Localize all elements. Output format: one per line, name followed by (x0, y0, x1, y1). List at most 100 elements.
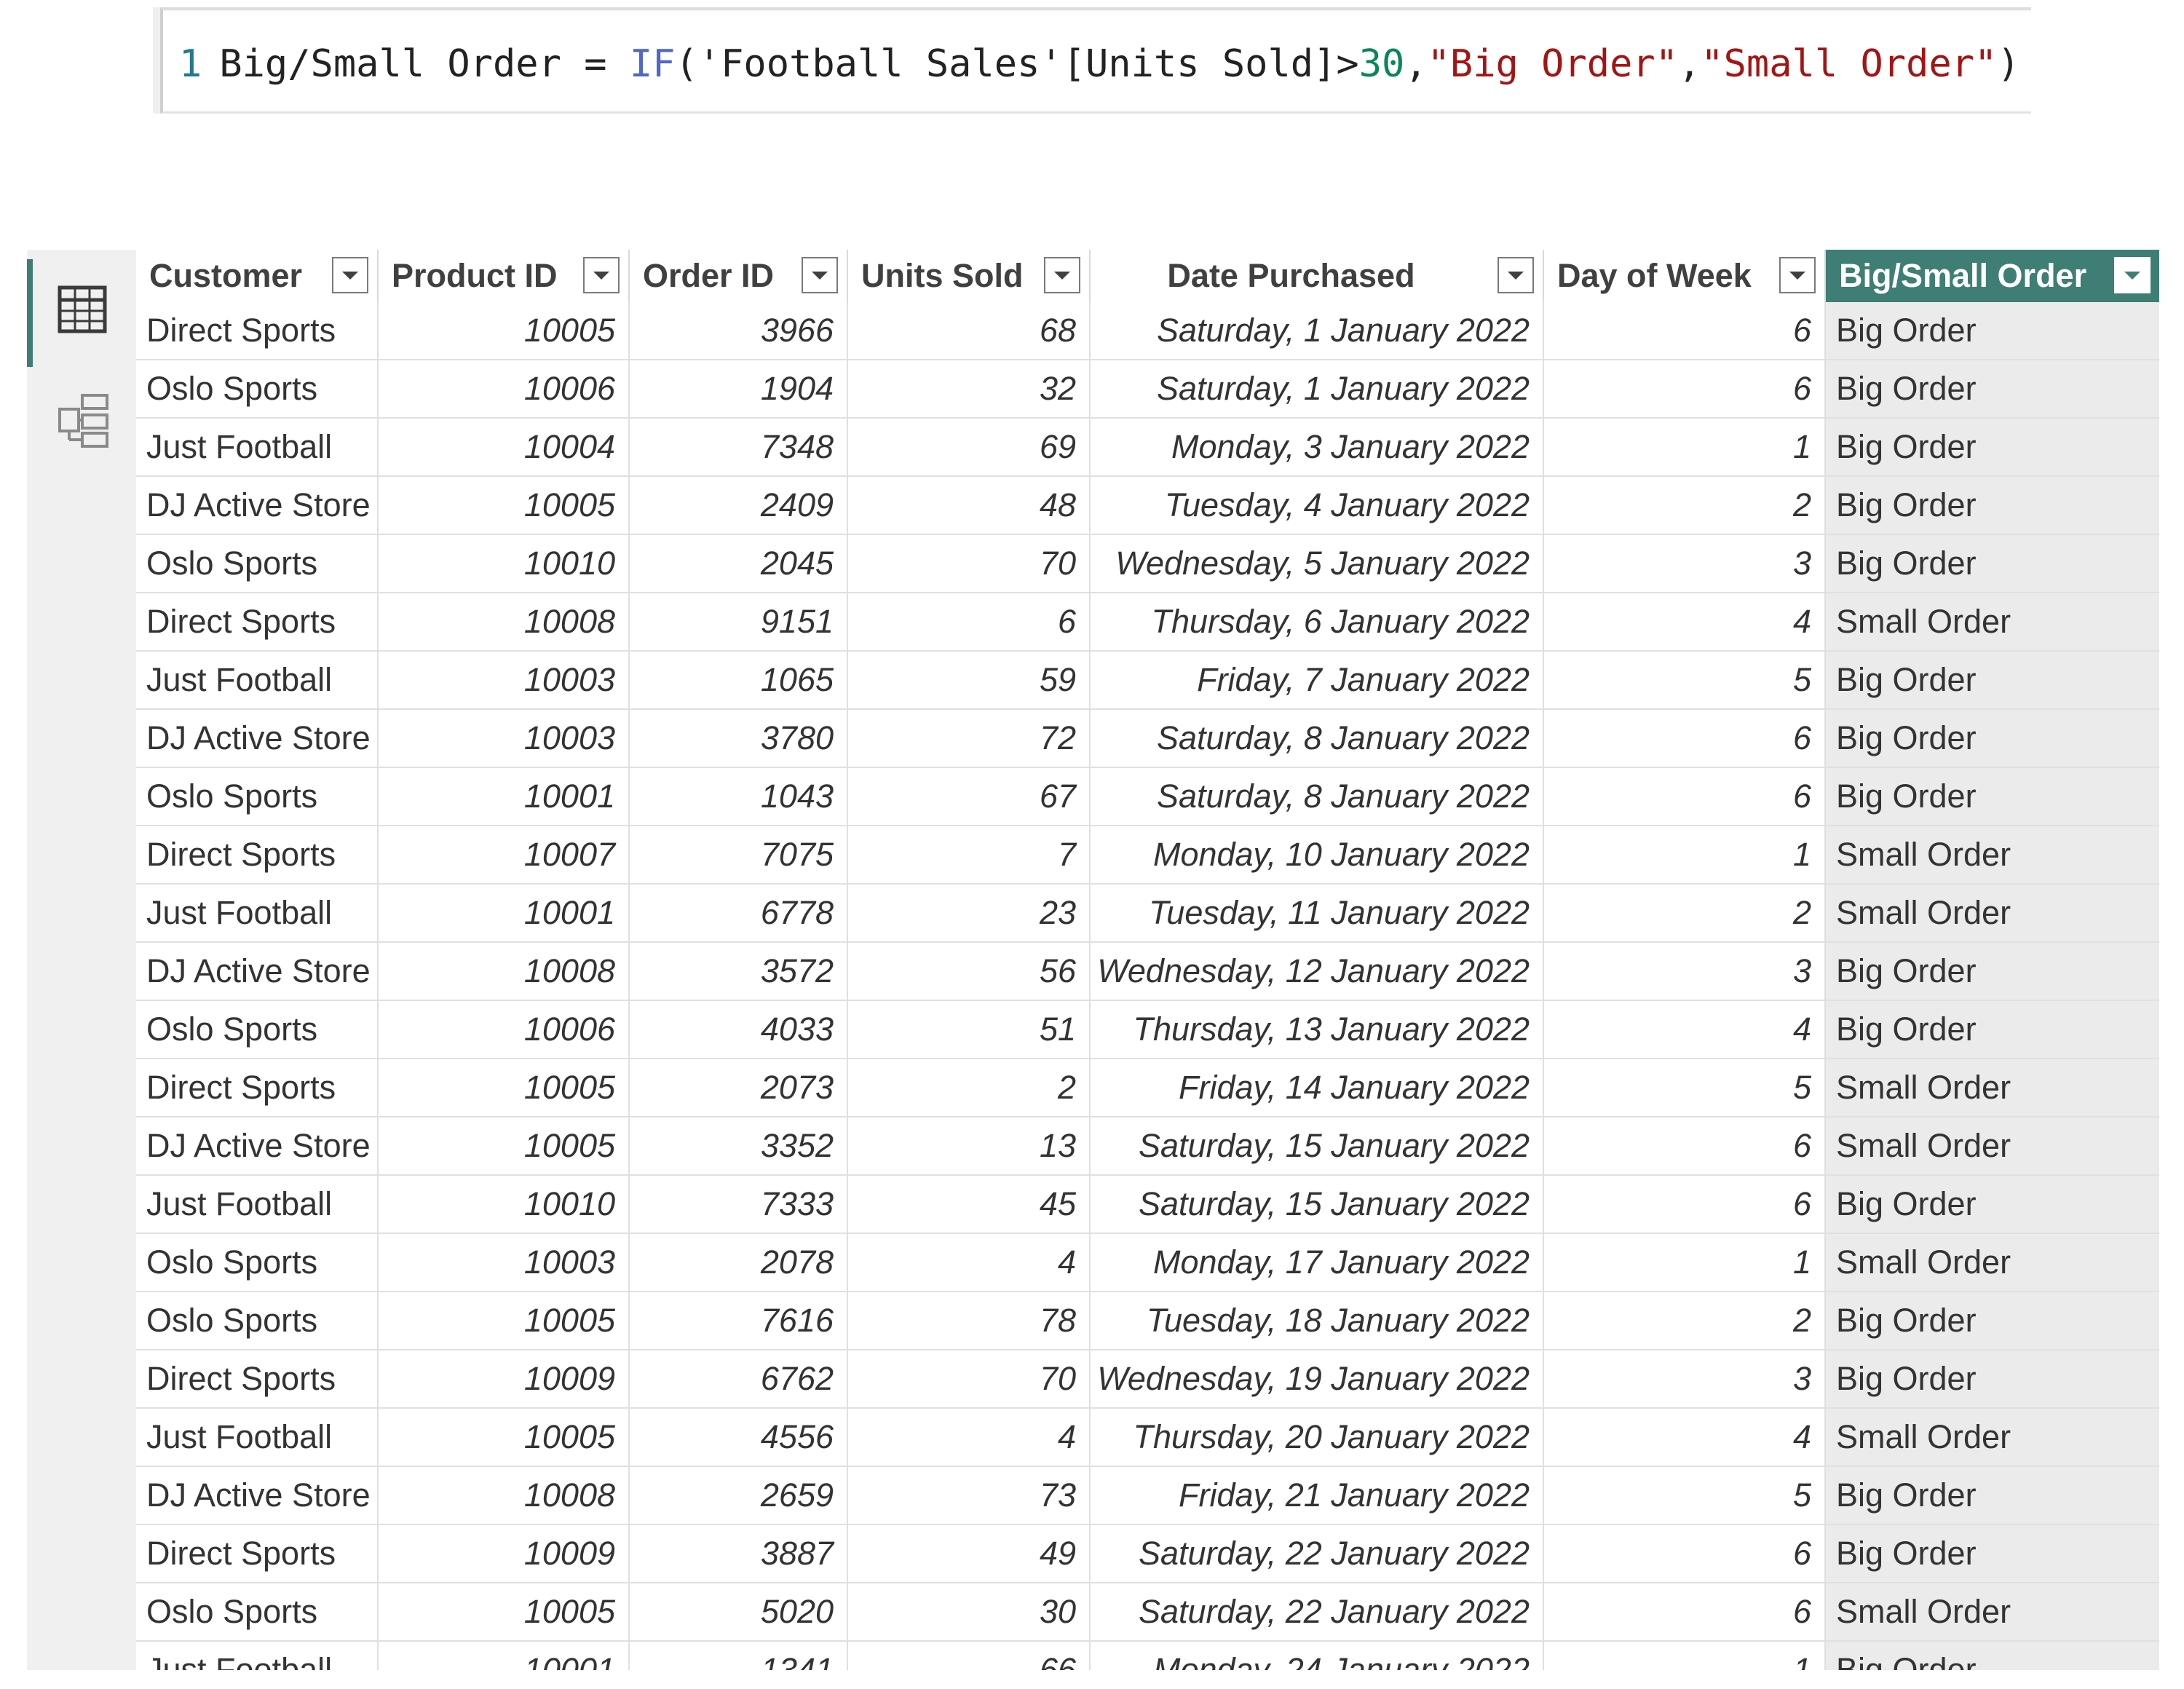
product-id-cell[interactable]: 10005 (379, 1118, 630, 1176)
units-sold-cell[interactable]: 59 (848, 652, 1091, 710)
day-of-week-cell[interactable]: 1 (1544, 1642, 1826, 1670)
units-sold-cell[interactable]: 68 (848, 302, 1091, 360)
table-row[interactable]: Direct Sports 10005 3966 68 Saturday, 1 Janu… (136, 302, 2175, 360)
customer-cell[interactable]: DJ Active Store (136, 943, 379, 1001)
order-id-cell[interactable]: 4556 (630, 1409, 848, 1467)
model-view-icon[interactable] (58, 393, 110, 451)
units-sold-cell[interactable]: 78 (848, 1292, 1091, 1350)
order-id-cell[interactable]: 1043 (630, 768, 848, 826)
customer-cell[interactable]: Oslo Sports (136, 360, 379, 419)
table-row[interactable]: DJ Active Store 10008 3572 56 Wednesday, 12 … (136, 943, 2175, 1001)
table-row[interactable]: Oslo Sports 10010 2045 70 Wednesday, 5 Janua… (136, 535, 2175, 593)
column-header-customer[interactable]: Customer (136, 250, 379, 302)
date-purchased-cell[interactable]: Wednesday, 5 January 2022 (1091, 535, 1544, 593)
column-header-order-id[interactable]: Order ID (630, 250, 848, 302)
product-id-cell[interactable]: 10009 (379, 1525, 630, 1583)
big-small-order-cell[interactable]: Big Order (1826, 943, 2159, 1001)
day-of-week-cell[interactable]: 6 (1544, 768, 1826, 826)
table-row[interactable]: Direct Sports 10009 6762 70 Wednesday, 19 Ja… (136, 1350, 2175, 1409)
table-row[interactable]: Just Football 10005 4556 4 Thursday, 20 Janu… (136, 1409, 2175, 1467)
table-row[interactable]: Direct Sports 10007 7075 7 Monday, 10 Januar… (136, 826, 2175, 885)
table-row[interactable]: DJ Active Store 10005 3352 13 Saturday, 15 J… (136, 1118, 2175, 1176)
product-id-cell[interactable]: 10005 (379, 1059, 630, 1118)
date-purchased-cell[interactable]: Wednesday, 19 January 2022 (1091, 1350, 1544, 1409)
date-purchased-cell[interactable]: Saturday, 22 January 2022 (1091, 1525, 1544, 1583)
filter-dropdown-icon[interactable] (1779, 257, 1816, 293)
order-id-cell[interactable]: 2073 (630, 1059, 848, 1118)
day-of-week-cell[interactable]: 3 (1544, 943, 1826, 1001)
big-small-order-cell[interactable]: Small Order (1826, 1059, 2159, 1118)
table-row[interactable]: Just Football 10010 7333 45 Saturday, 15 Jan… (136, 1176, 2175, 1234)
big-small-order-cell[interactable]: Big Order (1826, 1525, 2159, 1583)
units-sold-cell[interactable]: 45 (848, 1176, 1091, 1234)
day-of-week-cell[interactable]: 4 (1544, 593, 1826, 652)
product-id-cell[interactable]: 10008 (379, 1467, 630, 1525)
order-id-cell[interactable]: 3966 (630, 302, 848, 360)
order-id-cell[interactable]: 5020 (630, 1583, 848, 1642)
day-of-week-cell[interactable]: 6 (1544, 360, 1826, 419)
big-small-order-cell[interactable]: Big Order (1826, 652, 2159, 710)
table-row[interactable]: DJ Active Store 10005 2409 48 Tuesday, 4 Jan… (136, 477, 2175, 535)
order-id-cell[interactable]: 7333 (630, 1176, 848, 1234)
day-of-week-cell[interactable]: 1 (1544, 419, 1826, 477)
date-purchased-cell[interactable]: Saturday, 1 January 2022 (1091, 360, 1544, 419)
day-of-week-cell[interactable]: 6 (1544, 1583, 1826, 1642)
day-of-week-cell[interactable]: 1 (1544, 826, 1826, 885)
units-sold-cell[interactable]: 48 (848, 477, 1091, 535)
table-row[interactable]: Oslo Sports 10005 7616 78 Tuesday, 18 Januar… (136, 1292, 2175, 1350)
customer-cell[interactable]: Direct Sports (136, 593, 379, 652)
column-header-big-small-order[interactable]: Big/Small Order (1826, 250, 2159, 302)
units-sold-cell[interactable]: 66 (848, 1642, 1091, 1670)
customer-cell[interactable]: Direct Sports (136, 826, 379, 885)
customer-cell[interactable]: Oslo Sports (136, 1583, 379, 1642)
date-purchased-cell[interactable]: Thursday, 6 January 2022 (1091, 593, 1544, 652)
day-of-week-cell[interactable]: 2 (1544, 477, 1826, 535)
big-small-order-cell[interactable]: Big Order (1826, 1642, 2159, 1670)
customer-cell[interactable]: Just Football (136, 1176, 379, 1234)
order-id-cell[interactable]: 7616 (630, 1292, 848, 1350)
big-small-order-cell[interactable]: Small Order (1826, 885, 2159, 943)
product-id-cell[interactable]: 10001 (379, 885, 630, 943)
product-id-cell[interactable]: 10006 (379, 1001, 630, 1059)
table-row[interactable]: Direct Sports 10005 2073 2 Friday, 14 Januar… (136, 1059, 2175, 1118)
product-id-cell[interactable]: 10005 (379, 1409, 630, 1467)
day-of-week-cell[interactable]: 6 (1544, 302, 1826, 360)
dax-expression[interactable]: 1 Big/Small Order = IF('Football Sales'[U… (179, 31, 2020, 98)
date-purchased-cell[interactable]: Thursday, 13 January 2022 (1091, 1001, 1544, 1059)
order-id-cell[interactable]: 1065 (630, 652, 848, 710)
order-id-cell[interactable]: 1341 (630, 1642, 848, 1670)
customer-cell[interactable]: Just Football (136, 1642, 379, 1670)
order-id-cell[interactable]: 9151 (630, 593, 848, 652)
table-row[interactable]: Oslo Sports 10006 1904 32 Saturday, 1 Januar… (136, 360, 2175, 419)
units-sold-cell[interactable]: 70 (848, 535, 1091, 593)
date-purchased-cell[interactable]: Friday, 21 January 2022 (1091, 1467, 1544, 1525)
big-small-order-cell[interactable]: Small Order (1826, 1234, 2159, 1292)
day-of-week-cell[interactable]: 5 (1544, 652, 1826, 710)
customer-cell[interactable]: Direct Sports (136, 1059, 379, 1118)
units-sold-cell[interactable]: 56 (848, 943, 1091, 1001)
product-id-cell[interactable]: 10010 (379, 535, 630, 593)
order-id-cell[interactable]: 3887 (630, 1525, 848, 1583)
date-purchased-cell[interactable]: Saturday, 15 January 2022 (1091, 1176, 1544, 1234)
date-purchased-cell[interactable]: Thursday, 20 January 2022 (1091, 1409, 1544, 1467)
day-of-week-cell[interactable]: 6 (1544, 710, 1826, 768)
order-id-cell[interactable]: 2078 (630, 1234, 848, 1292)
customer-cell[interactable]: Direct Sports (136, 1350, 379, 1409)
big-small-order-cell[interactable]: Big Order (1826, 710, 2159, 768)
table-row[interactable]: Just Football 10004 7348 69 Monday, 3 Januar… (136, 419, 2175, 477)
product-id-cell[interactable]: 10008 (379, 943, 630, 1001)
units-sold-cell[interactable]: 4 (848, 1409, 1091, 1467)
order-id-cell[interactable]: 3572 (630, 943, 848, 1001)
column-header-units-sold[interactable]: Units Sold (848, 250, 1091, 302)
customer-cell[interactable]: Oslo Sports (136, 1292, 379, 1350)
big-small-order-cell[interactable]: Big Order (1826, 477, 2159, 535)
order-id-cell[interactable]: 7348 (630, 419, 848, 477)
filter-dropdown-icon[interactable] (332, 257, 368, 293)
product-id-cell[interactable]: 10003 (379, 1234, 630, 1292)
product-id-cell[interactable]: 10003 (379, 710, 630, 768)
date-purchased-cell[interactable]: Saturday, 8 January 2022 (1091, 768, 1544, 826)
formula-bar[interactable]: 1 Big/Small Order = IF('Football Sales'[U… (153, 7, 2031, 114)
table-row[interactable]: Direct Sports 10008 9151 6 Thursday, 6 Janua… (136, 593, 2175, 652)
product-id-cell[interactable]: 10010 (379, 1176, 630, 1234)
product-id-cell[interactable]: 10001 (379, 768, 630, 826)
